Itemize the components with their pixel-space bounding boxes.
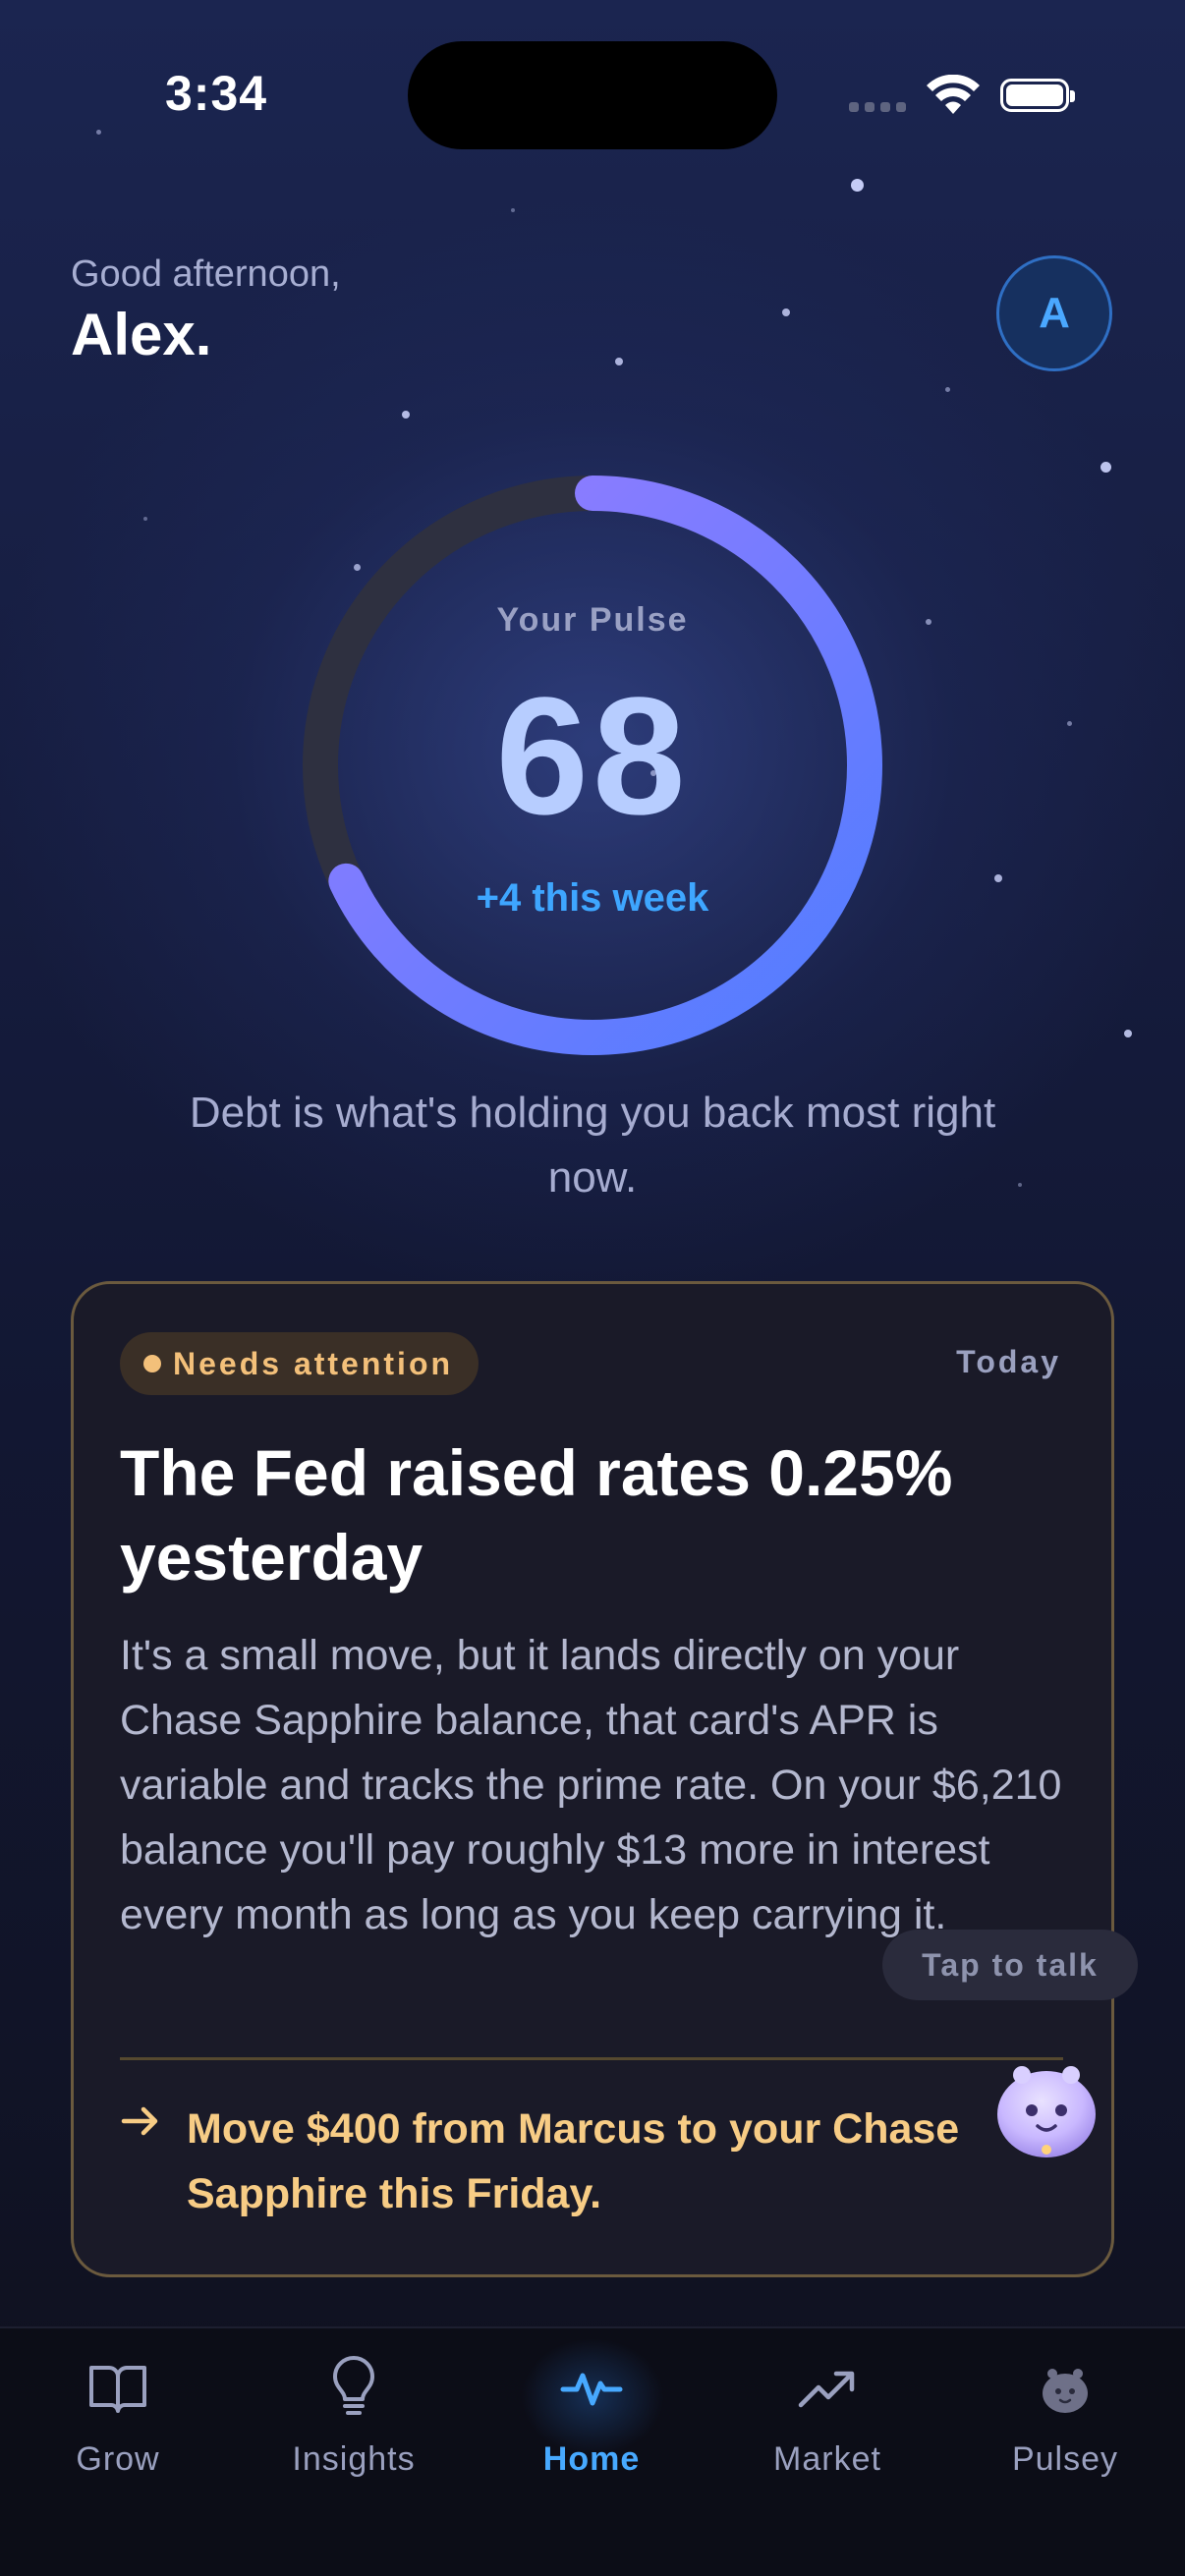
star-decoration bbox=[402, 411, 410, 419]
star-decoration bbox=[1100, 462, 1111, 473]
star-decoration bbox=[945, 387, 950, 392]
status-time: 3:34 bbox=[165, 66, 268, 121]
needs-attention-badge: Needs attention bbox=[120, 1332, 480, 1395]
star-decoration bbox=[782, 308, 790, 316]
greeting-text: Good afternoon, bbox=[71, 253, 341, 295]
star-decoration bbox=[511, 208, 515, 212]
tab-insights[interactable]: Insights bbox=[255, 2350, 452, 2488]
book-open-icon bbox=[89, 2366, 146, 2413]
battery-icon bbox=[1000, 79, 1075, 112]
tab-grow[interactable]: Grow bbox=[20, 2350, 216, 2488]
card-body: It's a small move, but it lands directly… bbox=[120, 1632, 1062, 1938]
card-divider bbox=[120, 2057, 1063, 2060]
star-decoration bbox=[615, 358, 623, 365]
tab-label: Insights bbox=[292, 2440, 416, 2478]
trending-up-icon bbox=[798, 2371, 855, 2408]
tab-home[interactable]: Home bbox=[493, 2350, 690, 2488]
star-decoration bbox=[1124, 1030, 1132, 1037]
star-decoration bbox=[96, 130, 101, 135]
tab-label: Home bbox=[542, 2440, 641, 2478]
pulse-weekly-change: +4 this week bbox=[476, 876, 709, 920]
card-title: The Fed raised rates 0.25% yesterday bbox=[120, 1436, 953, 1594]
home-screen: 3:34 Good afternoon, Alex. A Your Pulse … bbox=[0, 0, 1185, 2576]
tab-market[interactable]: Market bbox=[729, 2350, 926, 2488]
pulse-message: Debt is what's holding you back most rig… bbox=[189, 1089, 996, 1202]
profile-avatar-button[interactable]: A bbox=[996, 255, 1112, 371]
tap-to-talk-button[interactable]: Tap to talk bbox=[882, 1930, 1138, 2000]
badge-label: Needs attention bbox=[173, 1345, 454, 1381]
user-name: Alex. bbox=[71, 302, 212, 367]
card-date: Today bbox=[956, 1344, 1061, 1379]
star-decoration bbox=[851, 179, 864, 192]
star-decoration bbox=[143, 517, 147, 521]
dynamic-island bbox=[408, 41, 777, 149]
lightbulb-icon bbox=[333, 2356, 374, 2415]
tab-pulsey[interactable]: Pulsey bbox=[967, 2350, 1163, 2488]
wifi-icon bbox=[927, 75, 980, 114]
arrow-right-icon bbox=[121, 2106, 158, 2136]
cellular-signal-icon bbox=[849, 102, 906, 112]
tab-label: Grow bbox=[76, 2440, 160, 2478]
pulsey-mascot-icon[interactable] bbox=[988, 2053, 1104, 2163]
pulse-icon bbox=[560, 2373, 623, 2406]
tab-label: Pulsey bbox=[1011, 2440, 1119, 2478]
badge-dot-icon bbox=[143, 1355, 161, 1372]
pulsey-mascot-icon bbox=[1043, 2369, 1088, 2413]
recommended-action[interactable]: Move $400 from Marcus to your Chase Sapp… bbox=[187, 2097, 1032, 2226]
pulse-label: Your Pulse bbox=[496, 601, 689, 639]
pulse-score: 68 bbox=[495, 663, 690, 850]
tab-label: Market bbox=[773, 2440, 881, 2478]
